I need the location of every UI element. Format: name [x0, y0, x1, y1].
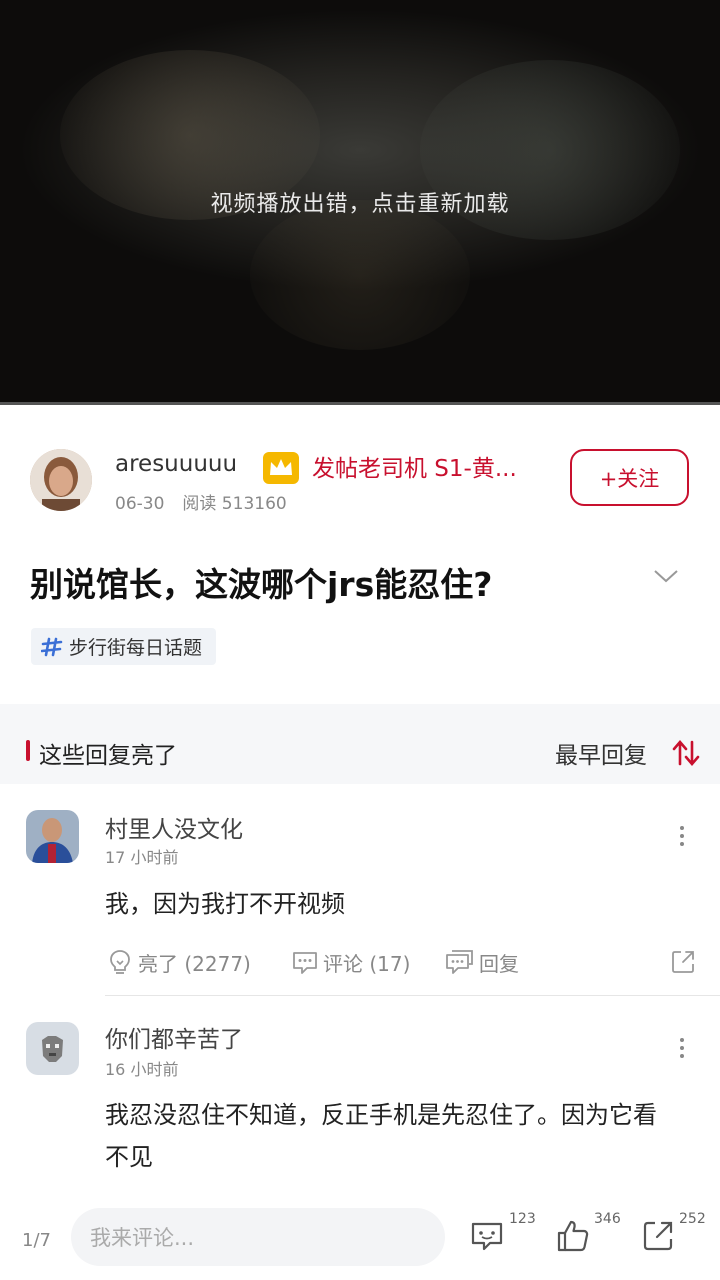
author-username[interactable]: aresuuuuu [115, 451, 237, 477]
reply-bubble-icon [446, 950, 473, 974]
comment-input[interactable]: 我来评论... [71, 1208, 445, 1266]
post-date: 06-30 [115, 494, 165, 514]
like-count-label: 亮了 (2277) [138, 951, 251, 976]
reply-label: 回复 [479, 951, 519, 976]
share-icon [672, 951, 694, 973]
post-read-count: 阅读 513160 [182, 494, 287, 514]
chevron-down-icon[interactable] [652, 566, 680, 586]
comment-bubble-icon [293, 952, 317, 974]
share-icon[interactable] [640, 1218, 676, 1254]
post-meta: 06-30 阅读 513160 [115, 489, 287, 514]
section-title: 这些回复亮了 [39, 743, 177, 769]
lightbulb-icon [110, 950, 130, 974]
video-player[interactable]: 视频播放出错，点击重新加载 [0, 0, 720, 405]
reply-button[interactable]: 回复 [444, 947, 519, 977]
thumbs-up-icon[interactable] [555, 1218, 591, 1254]
comment-count: 123 [509, 1211, 536, 1227]
replies-section-header: 这些回复亮了 最早回复 [0, 704, 720, 784]
bottom-action-bar: 1/7 我来评论... 123 346 252 [0, 1196, 720, 1280]
video-blur-decoration [250, 200, 470, 350]
comment-item: 村里人没文化 17 小时前 我，因为我打不开视频 亮了 (2277) 评论 (1… [0, 784, 720, 996]
hashtag-icon [41, 637, 63, 656]
comment-item: 你们都辛苦了 16 小时前 我忍没忍住不知道，反正手机是先忍住了。因为它看不见 [0, 996, 720, 1196]
comment-time: 16 小时前 [105, 1060, 179, 1079]
commenter-avatar[interactable] [26, 1022, 79, 1075]
page-indicator[interactable]: 1/7 [22, 1230, 51, 1251]
video-error-message[interactable]: 视频播放出错，点击重新加载 [0, 186, 720, 218]
topic-tag-label: 步行街每日话题 [69, 637, 203, 659]
more-vertical-icon[interactable] [676, 1036, 688, 1060]
crown-badge-icon [262, 450, 300, 486]
comment-bubble-icon[interactable] [469, 1218, 505, 1254]
follow-button[interactable]: +关注 [570, 449, 689, 506]
author-avatar[interactable] [30, 449, 92, 511]
comment-actions: 亮了 (2277) 评论 (17) 回复 [105, 947, 705, 983]
sort-toggle-label[interactable]: 最早回复 [555, 736, 647, 770]
like-button[interactable]: 亮了 (2277) [105, 947, 251, 977]
comment-body: 我，因为我打不开视频 [105, 890, 345, 918]
post-title: 别说馆长，这波哪个jrs能忍住? [30, 565, 493, 604]
comment-body: 我忍没忍住不知道，反正手机是先忍住了。因为它看不见 [105, 1101, 657, 1171]
author-badge-label[interactable]: 发帖老司机 S1-黄... [312, 449, 547, 483]
more-vertical-icon[interactable] [676, 824, 688, 848]
sort-icon[interactable] [671, 739, 701, 767]
section-accent-bar [26, 740, 30, 761]
post-author-row: aresuuuuu 发帖老司机 S1-黄... 06-30 阅读 513160 +… [0, 405, 720, 535]
share-button[interactable] [668, 947, 701, 977]
comment-time: 17 小时前 [105, 848, 179, 867]
commenter-name[interactable]: 你们都辛苦了 [105, 1020, 243, 1054]
share-count: 252 [679, 1211, 706, 1227]
comment-button[interactable]: 评论 (17) [290, 947, 410, 977]
comment-count-label: 评论 (17) [323, 951, 411, 976]
topic-tag[interactable]: 步行街每日话题 [31, 628, 217, 665]
commenter-avatar[interactable] [26, 810, 79, 863]
like-count: 346 [594, 1211, 621, 1227]
commenter-name[interactable]: 村里人没文化 [105, 810, 243, 844]
